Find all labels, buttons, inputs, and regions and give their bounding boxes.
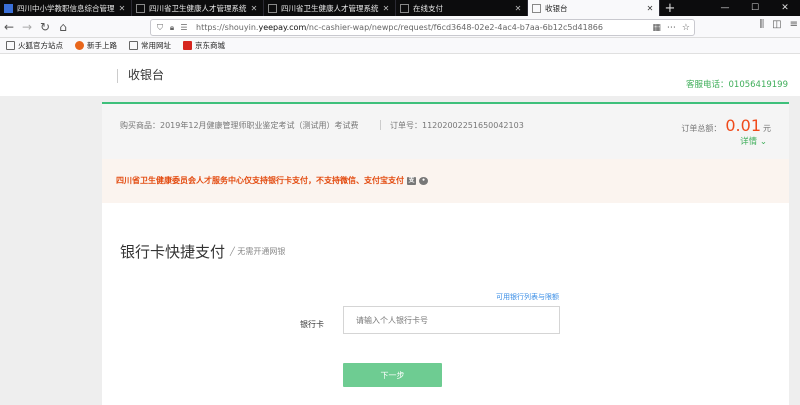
tab-title: 在线支付 (413, 3, 443, 13)
browser-tab[interactable]: 四川省卫生健康人才管理系统 ✕ (132, 0, 264, 16)
payment-method-title: 银行卡快捷支付 (120, 243, 226, 261)
wechat-disabled-icon: • (419, 176, 428, 185)
back-arrow-icon[interactable]: ← (0, 18, 18, 36)
bookmark-label: 京东商城 (195, 41, 225, 50)
browser-tab-active[interactable]: 收银台 ✕ (528, 0, 660, 16)
page-favicon-icon (532, 3, 541, 13)
page-title: 收银台 (128, 68, 165, 82)
divider (380, 120, 381, 130)
close-tab-icon[interactable]: ✕ (645, 4, 655, 13)
url-domain: yeepay.com (258, 23, 307, 32)
cashier-header (0, 54, 800, 96)
qr-code-icon[interactable]: ▦ (652, 23, 661, 33)
notice-text: 四川省卫生健康委员会人才服务中心仅支持银行卡支付，不支持微信、支付宝支付 (116, 176, 404, 185)
total-label: 订单总额： (681, 124, 722, 133)
more-actions-icon[interactable]: ⋯ (667, 23, 676, 33)
page-favicon-icon (136, 3, 145, 13)
currency: 元 (763, 124, 771, 133)
sidebar-icon[interactable]: ◫ (772, 19, 781, 30)
maximize-icon[interactable]: ☐ (740, 0, 770, 16)
bookmark-label: 常用网址 (141, 41, 171, 50)
close-tab-icon[interactable]: ✕ (381, 4, 391, 13)
tab-title: 四川省卫生健康人才管理系统 (281, 3, 379, 13)
site-favicon-icon (4, 3, 13, 13)
url-actions: ▦ ⋯ ☆ (652, 23, 690, 33)
payment-notice: 四川省卫生健康委员会人才服务中心仅支持银行卡支付，不支持微信、支付宝支付 支 • (102, 159, 789, 203)
menu-icon[interactable]: ≡ (790, 19, 798, 30)
jd-icon (183, 41, 192, 50)
bookmarks-bar: 火狐官方站点 新手上路 常用网址 京东商城 (0, 38, 800, 54)
browser-tab[interactable]: 在线支付 ✕ (396, 0, 528, 16)
order-summary: 购买商品：2019年12月健康管理师职业鉴定考试（测试用）考试费 订单号：112… (102, 104, 789, 159)
bookmark-item[interactable]: 新手上路 (75, 40, 117, 51)
forward-arrow-icon[interactable]: → (18, 18, 36, 36)
firefox-icon (75, 41, 84, 50)
address-bar[interactable]: ⛉ 🔒︎ ☰ https://shouyin.yeepay.com/nc-cas… (150, 19, 695, 36)
browser-tab[interactable]: 四川省卫生健康人才管理系统 ✕ (264, 0, 396, 16)
folder-icon (129, 41, 138, 50)
close-tab-icon[interactable]: ✕ (249, 4, 259, 13)
lock-icon[interactable]: 🔒︎ (166, 22, 178, 34)
shield-icon[interactable]: ⛉ (154, 22, 166, 34)
reload-icon[interactable]: ↻ (36, 18, 54, 36)
library-icon[interactable]: ⫼ (760, 19, 765, 30)
permissions-icon[interactable]: ☰ (178, 22, 190, 34)
cashier-card: 购买商品：2019年12月健康管理师职业鉴定考试（测试用）考试费 订单号：112… (102, 102, 789, 405)
url-prefix: https://shouyin. (196, 23, 259, 32)
page-favicon-icon (268, 3, 277, 13)
minimize-icon[interactable]: — (710, 0, 740, 16)
folder-icon (6, 41, 15, 50)
header-divider (117, 69, 118, 83)
bank-card-label: 银行卡 (300, 320, 324, 329)
bookmark-star-icon[interactable]: ☆ (682, 23, 690, 33)
tab-title: 四川中小学教职信息综合管理 (17, 3, 115, 13)
next-step-button[interactable]: 下一步 (343, 363, 442, 387)
bookmark-label: 新手上路 (87, 41, 117, 50)
toolbar-right: ⫼ ◫ ≡ (760, 19, 798, 30)
alipay-disabled-icon: 支 (407, 176, 416, 185)
close-window-icon[interactable]: ✕ (770, 0, 800, 16)
product-name: 购买商品：2019年12月健康管理师职业鉴定考试（测试用）考试费 (120, 121, 359, 130)
new-tab-button[interactable]: + (660, 0, 680, 16)
tab-title: 收银台 (545, 3, 568, 13)
payment-method-subtitle: ╱ 无需开通网银 (230, 247, 286, 256)
close-tab-icon[interactable]: ✕ (513, 4, 523, 13)
order-detail-toggle[interactable]: 详情 ⌄ (740, 135, 767, 147)
browser-tab[interactable]: 四川中小学教职信息综合管理 ✕ (0, 0, 132, 16)
bookmark-item[interactable]: 京东商城 (183, 40, 225, 51)
close-tab-icon[interactable]: ✕ (117, 4, 127, 13)
bookmark-label: 火狐官方站点 (18, 41, 63, 50)
home-icon[interactable]: ⌂ (54, 18, 72, 36)
url-text[interactable]: https://shouyin.yeepay.com/nc-cashier-wa… (196, 23, 603, 32)
order-number: 订单号：11202002251650042103 (390, 121, 524, 130)
bookmark-item[interactable]: 火狐官方站点 (6, 40, 63, 51)
service-phone: 客服电话：01056419199 (686, 80, 788, 90)
window-controls: — ☐ ✕ (710, 0, 800, 16)
order-amount: 0.01 (725, 116, 761, 135)
url-path: /nc-cashier-wap/newpc/request/f6cd3648-0… (306, 23, 603, 32)
browser-tab-bar: 四川中小学教职信息综合管理 ✕ 四川省卫生健康人才管理系统 ✕ 四川省卫生健康人… (0, 0, 800, 16)
notice-line: 四川省卫生健康委员会人才服务中心仅支持银行卡支付，不支持微信、支付宝支付 支 • (116, 175, 428, 186)
page-favicon-icon (400, 3, 409, 13)
order-total: 订单总额： 0.01 元 (681, 116, 771, 135)
bookmark-item[interactable]: 常用网址 (129, 40, 171, 51)
bank-limits-link[interactable]: 可用银行列表与限额 (496, 292, 559, 302)
tab-title: 四川省卫生健康人才管理系统 (149, 3, 247, 13)
bank-card-input[interactable] (343, 306, 560, 334)
